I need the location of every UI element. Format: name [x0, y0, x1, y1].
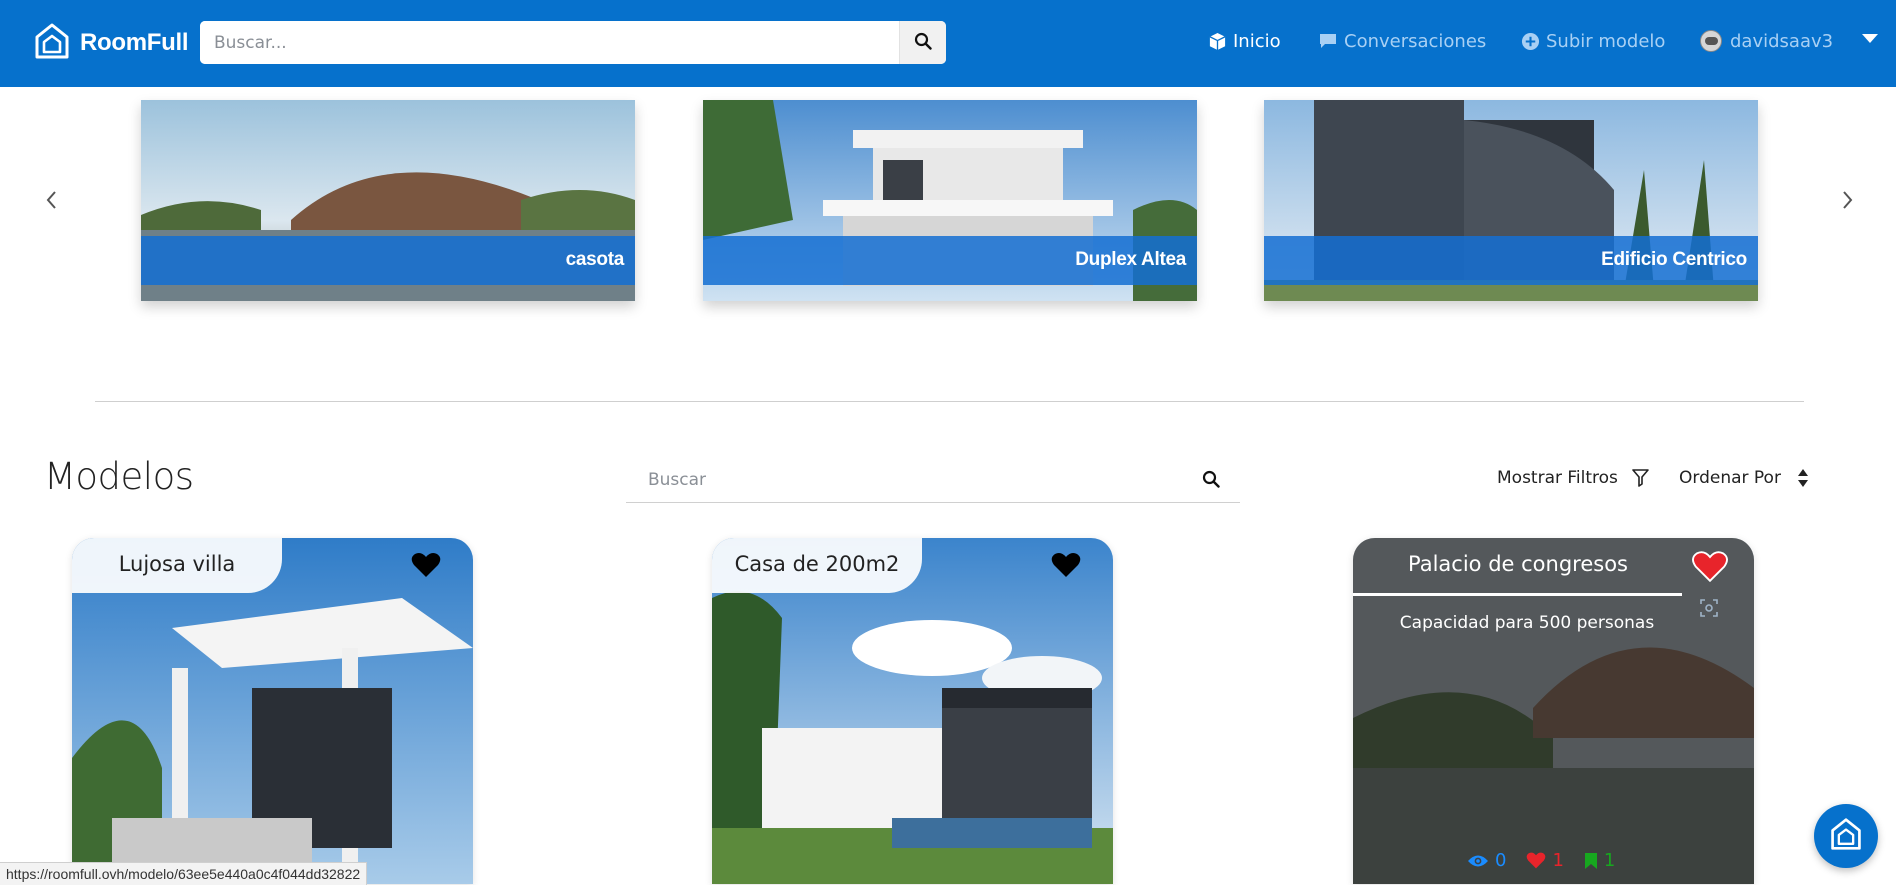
title-underline: [1353, 593, 1682, 596]
model-card-title-tab: Lujosa villa: [72, 538, 282, 593]
show-filters-label: Mostrar Filtros: [1497, 468, 1618, 488]
nav-conversaciones[interactable]: Conversaciones: [1318, 28, 1486, 54]
nav-inicio[interactable]: Inicio: [1208, 28, 1281, 54]
sort-icon: [1797, 468, 1809, 488]
search-icon: [914, 32, 932, 54]
slide-caption: Duplex Altea: [1075, 249, 1186, 270]
slide-caption-bar: Duplex Altea: [703, 236, 1197, 285]
global-search-button[interactable]: [899, 21, 946, 64]
top-navbar: RoomFull Inicio Conversaciones Subir mod…: [0, 0, 1896, 87]
slide-caption: casota: [565, 249, 625, 270]
likes-count: 1: [1552, 850, 1564, 871]
model-card-title: Lujosa villa: [118, 552, 236, 576]
avatar: [1700, 30, 1722, 52]
heart-icon[interactable]: [1692, 551, 1728, 586]
model-card[interactable]: Palacio de congresos Capacidad para 500 …: [1353, 538, 1754, 884]
chevron-right-icon: [1840, 190, 1854, 214]
views-count: 0: [1495, 850, 1507, 871]
saves-stat: 1: [1584, 850, 1615, 871]
slide-caption-bar: casota: [141, 236, 635, 285]
carousel-slide[interactable]: Duplex Altea: [703, 100, 1197, 301]
global-search-input[interactable]: [200, 21, 900, 64]
models-search: [626, 460, 1240, 503]
models-search-input[interactable]: [626, 460, 1186, 500]
section-title: Modelos: [44, 455, 194, 498]
cube-icon: [1208, 32, 1227, 51]
heart-icon[interactable]: [411, 552, 441, 582]
floating-chat-button[interactable]: [1814, 804, 1878, 868]
card-hover-overlay: [1353, 538, 1754, 884]
carousel-slide[interactable]: Edificio Centrico: [1264, 100, 1758, 301]
user-menu[interactable]: davidsaav3: [1700, 28, 1833, 54]
global-search: [200, 21, 946, 64]
heart-icon: [1526, 852, 1546, 869]
model-card[interactable]: Casa de 200m2: [712, 538, 1113, 884]
order-by-label: Ordenar Por: [1679, 468, 1781, 488]
likes-stat: 1: [1526, 850, 1564, 871]
model-card-description: Capacidad para 500 personas: [1399, 613, 1655, 633]
model-card-title: Casa de 200m2: [734, 552, 900, 576]
show-filters-button[interactable]: Mostrar Filtros: [1497, 468, 1649, 488]
filter-icon: [1632, 469, 1649, 487]
order-by-button[interactable]: Ordenar Por: [1679, 468, 1809, 488]
model-card-title: Palacio de congresos: [1408, 552, 1628, 576]
user-name: davidsaav3: [1730, 30, 1834, 52]
nav-inicio-label: Inicio: [1233, 30, 1281, 52]
ar-view-icon[interactable]: [1699, 598, 1719, 622]
status-bar-url: https://roomfull.ovh/modelo/63ee5e440a0c…: [0, 862, 368, 885]
search-icon[interactable]: [1202, 470, 1220, 492]
heart-icon[interactable]: [1051, 552, 1081, 582]
chevron-left-icon: [45, 190, 59, 214]
nav-conversaciones-label: Conversaciones: [1344, 30, 1487, 52]
slide-caption-bar: Edificio Centrico: [1264, 236, 1758, 285]
carousel-prev-button[interactable]: [40, 190, 64, 214]
bookmark-icon: [1584, 852, 1598, 870]
carousel-slide[interactable]: casota: [141, 100, 635, 301]
plus-circle-icon: [1521, 32, 1540, 51]
section-divider: [95, 401, 1804, 402]
brand-logo[interactable]: RoomFull: [34, 22, 189, 64]
house-logo-icon: [1829, 817, 1863, 855]
slide-caption: Edificio Centrico: [1601, 249, 1747, 270]
nav-subir-modelo[interactable]: Subir modelo: [1521, 28, 1665, 54]
house-logo-icon: [34, 22, 70, 64]
model-card-title-tab: Casa de 200m2: [712, 538, 922, 593]
brand-name: RoomFull: [80, 29, 189, 56]
saves-count: 1: [1603, 850, 1616, 871]
nav-subir-modelo-label: Subir modelo: [1546, 30, 1666, 52]
model-card-stats: 0 1 1: [1467, 850, 1635, 871]
eye-icon: [1467, 854, 1489, 868]
chevron-down-icon[interactable]: [1862, 34, 1878, 43]
views-stat: 0: [1467, 850, 1506, 871]
carousel-next-button[interactable]: [1835, 190, 1859, 214]
model-card[interactable]: Lujosa villa: [72, 538, 473, 884]
chat-icon: [1318, 32, 1338, 50]
